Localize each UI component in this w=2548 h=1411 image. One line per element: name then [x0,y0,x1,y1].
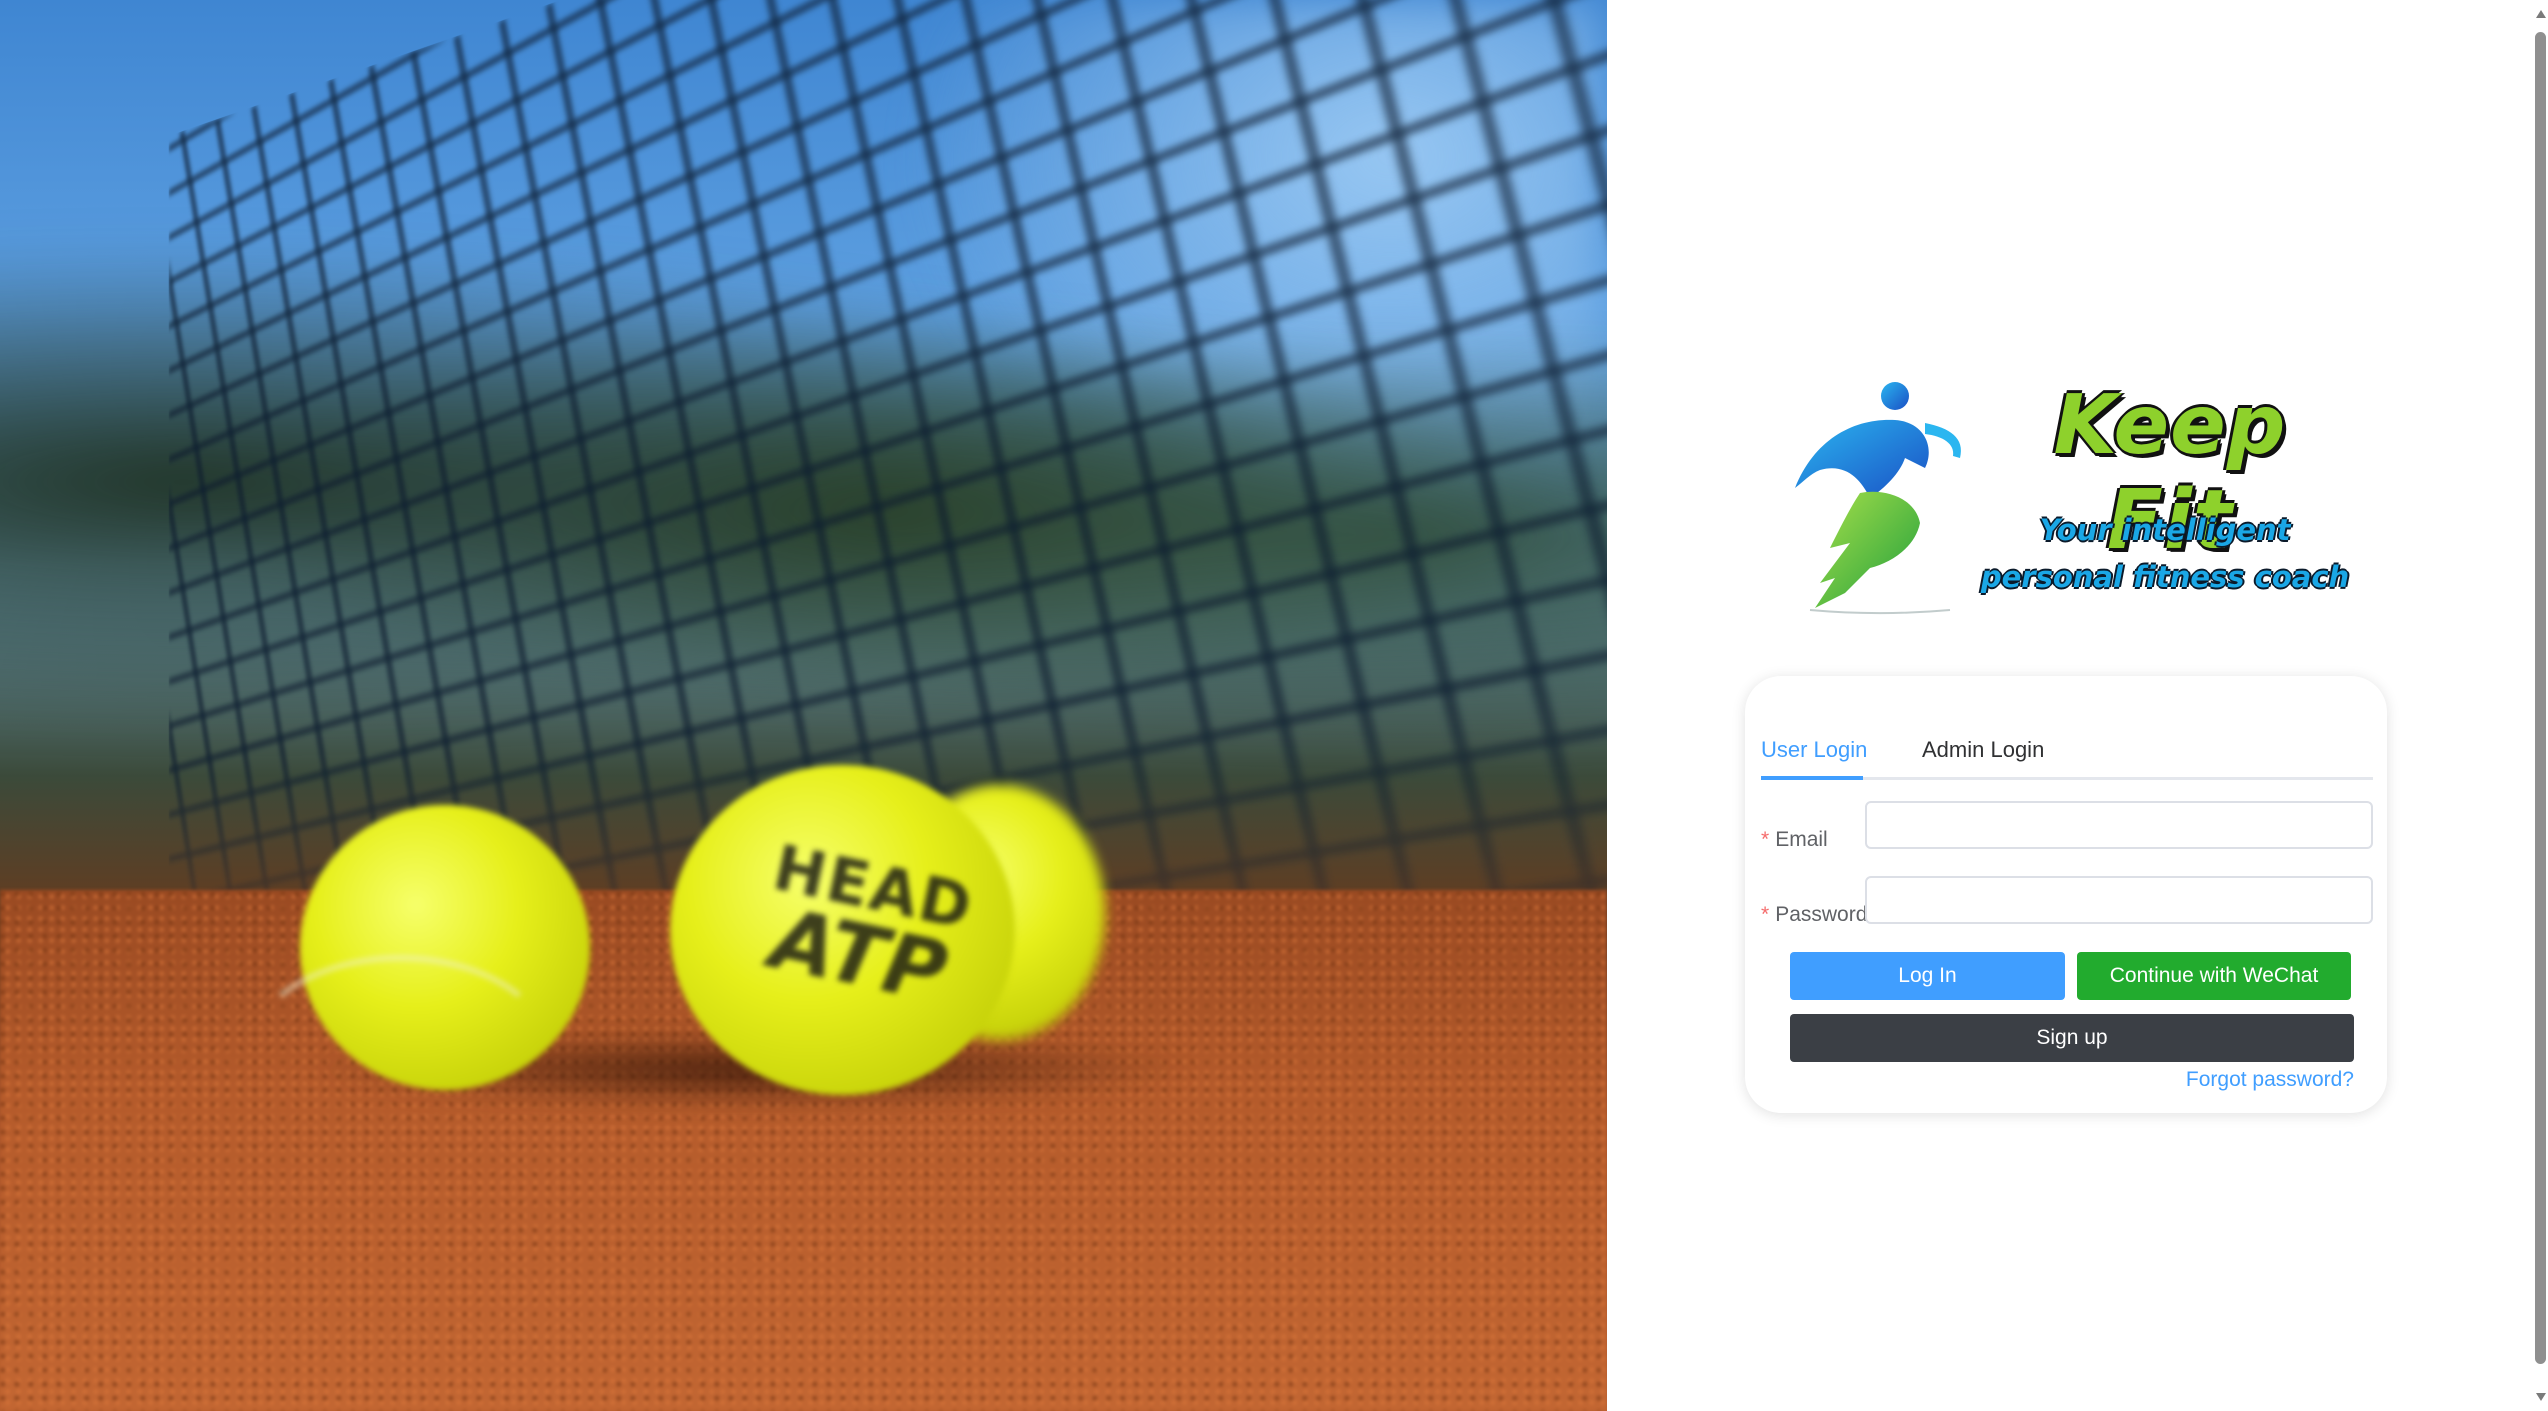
scrollbar-thumb[interactable] [2535,32,2546,1364]
tab-user-login[interactable]: User Login [1761,736,1867,764]
password-label: * Password [1761,902,1867,928]
brand-tagline-line2: personal fitness coach [1980,560,2350,594]
forgot-password-link[interactable]: Forgot password? [2186,1068,2354,1092]
email-label: * Email [1761,827,1828,853]
login-card: User Login Admin Login * Email * Password … [1745,676,2387,1113]
running-figure-icon [1795,382,1961,614]
password-label-text: Password [1775,903,1868,926]
active-tab-indicator [1761,776,1863,780]
login-button[interactable]: Log In [1790,952,2065,1000]
brand-logo: Keep Fit Your intelligent personal fitne… [1775,378,2355,618]
email-label-text: Email [1775,828,1828,851]
vertical-scrollbar[interactable] [2533,0,2548,1411]
brand-tagline-line1: Your intelligent [2039,513,2291,547]
password-field[interactable] [1865,876,2373,924]
hero-background-image: HEAD ATP [0,0,1607,1411]
tennis-ball-left [240,805,590,1090]
required-marker: * [1761,828,1770,851]
scroll-down-arrow-icon[interactable] [2536,1393,2546,1401]
wechat-login-button[interactable]: Continue with WeChat [2077,952,2351,1000]
tab-admin-login[interactable]: Admin Login [1922,736,2044,764]
scroll-up-arrow-icon[interactable] [2536,10,2546,18]
required-marker: * [1761,903,1770,926]
email-field[interactable] [1865,801,2373,849]
signup-button[interactable]: Sign up [1790,1014,2354,1062]
